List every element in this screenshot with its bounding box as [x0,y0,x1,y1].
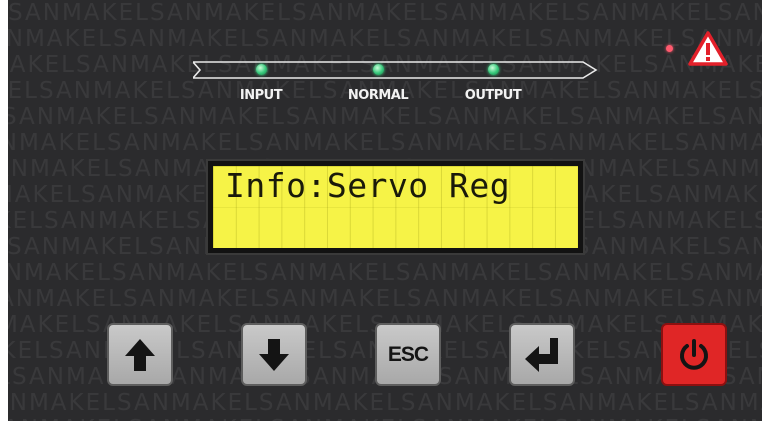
lcd-display: Info:Servo Reg [206,159,585,255]
arrow-down-icon [259,338,289,371]
watermark-row: SANMAKELSANMAKELSANMAKELSANMAKELSANMAKEL… [8,130,762,156]
watermark-row: SANMAKELSANMAKELSANMAKELSANMAKELSANMAKEL… [8,104,762,130]
power-icon [680,338,708,370]
watermark-row: SANMAKELSANMAKELSANMAKELSANMAKELSANMAKEL… [8,0,762,26]
watermark-row: SANMAKELSANMAKELSANMAKELSANMAKELSANMAKEL… [8,286,762,312]
warning-icon [688,31,728,66]
watermark-row: SANMAKELSANMAKELSANMAKELSANMAKELSANMAKEL… [8,260,762,286]
alarm-led [666,45,673,52]
normal-indicator-label: NORMAL [347,88,409,103]
enter-button[interactable] [509,323,575,386]
output-indicator-label: OUTPUT [464,88,522,103]
down-button[interactable] [241,323,307,386]
watermark-row: SANMAKELSANMAKELSANMAKELSANMAKELSANMAKEL… [8,390,762,416]
lcd-screen: Info:Servo Reg [213,166,578,248]
control-panel: SANMAKELSANMAKELSANMAKELSANMAKELSANMAKEL… [8,0,762,421]
arrow-up-icon [125,338,155,371]
esc-button-label: ESC [387,342,429,366]
watermark-row: SANMAKELSANMAKELSANMAKELSANMAKELSANMAKEL… [8,78,762,104]
watermark-row: SANMAKELSANMAKELSANMAKELSANMAKELSANMAKEL… [8,26,762,52]
status-flow-bar [193,61,598,79]
input-indicator-led [256,64,267,75]
esc-button[interactable]: ESC [375,323,441,386]
input-indicator-label: INPUT [239,88,283,103]
output-indicator-led [488,64,499,75]
normal-indicator-led [373,64,384,75]
enter-icon [525,337,558,372]
power-button[interactable] [661,323,727,386]
watermark-row: SANMAKELSANMAKELSANMAKELSANMAKELSANMAKEL… [8,416,762,421]
lcd-line-1: Info:Servo Reg [225,166,511,205]
up-button[interactable] [107,323,173,386]
